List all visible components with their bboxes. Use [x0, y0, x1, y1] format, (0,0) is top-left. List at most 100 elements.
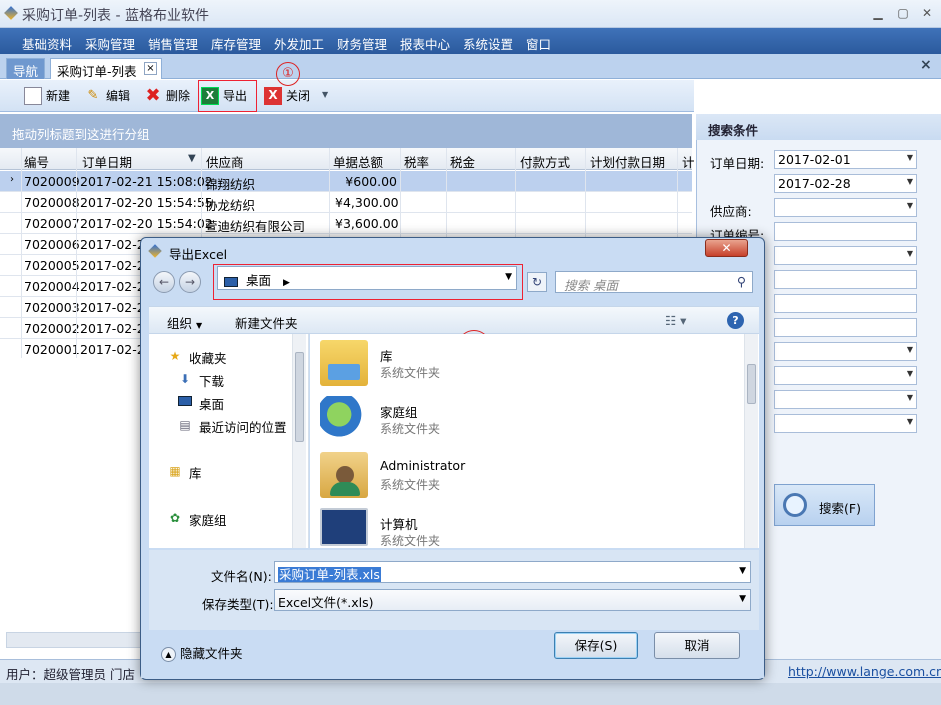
location-bar[interactable]: 桌面 ▶ ▼: [217, 266, 517, 290]
new-button[interactable]: 新建: [22, 85, 70, 107]
nav-libraries-label: 库: [189, 466, 202, 481]
cell-id: 7020002: [24, 321, 80, 336]
menu-sales[interactable]: 销售管理: [148, 34, 198, 53]
tab-label: 采购订单-列表: [57, 64, 137, 79]
close-button[interactable]: X 关闭: [262, 85, 310, 107]
file-item-computer[interactable]: 计算机 系统文件夹: [320, 508, 740, 548]
col-tax[interactable]: 税金: [450, 152, 475, 171]
date-from-picker[interactable]: 2017-02-01 ▼: [774, 150, 917, 169]
desktop-icon: [224, 276, 238, 287]
organize-button[interactable]: 组织 ▼: [167, 313, 202, 332]
navigation-pane: ★ 收藏夹 ⬇ 下载 桌面 ▤ 最近访问的位置 ▦ 库 ✿ 家庭组: [149, 334, 309, 548]
col-supplier[interactable]: 供应商: [206, 152, 244, 171]
dialog-close-icon[interactable]: ✕: [705, 239, 748, 257]
forward-icon[interactable]: →: [179, 271, 201, 293]
file-item-administrator[interactable]: Administrator 系统文件夹: [320, 452, 740, 504]
tab-strip: 导航 采购订单-列表 × ×: [0, 54, 941, 79]
file-item-libraries[interactable]: 库 系统文件夹: [320, 340, 740, 392]
menu-window[interactable]: 窗口: [526, 34, 551, 53]
col-total[interactable]: 单据总额: [333, 152, 383, 171]
new-document-icon: [24, 87, 42, 105]
star-icon: ★: [169, 349, 181, 363]
website-link[interactable]: http://www.lange.com.cn: [788, 664, 941, 679]
annotation-1: ①: [276, 62, 300, 86]
save-button[interactable]: 保存(S): [554, 632, 638, 659]
cancel-button[interactable]: 取消: [654, 632, 740, 659]
nav-desktop[interactable]: 桌面: [177, 394, 224, 413]
refresh-icon[interactable]: ↻: [527, 272, 547, 292]
edit-button[interactable]: ✎ 编辑: [82, 85, 130, 107]
col-more[interactable]: 计: [682, 152, 695, 171]
export-button[interactable]: X 导出: [198, 80, 257, 112]
nav-favorites-label: 收藏夹: [189, 351, 227, 366]
table-row[interactable]: 7020008 2017-02-20 15:54:55 协龙纺织 ¥4,300.00: [0, 192, 692, 213]
table-row[interactable]: 7020007 2017-02-20 15:54:02 萱迪纺织有限公司 ¥3,600…: [0, 213, 692, 234]
menu-inventory[interactable]: 库存管理: [211, 34, 261, 53]
new-folder-button[interactable]: 新建文件夹: [235, 313, 298, 332]
panel-close-icon[interactable]: ×: [920, 57, 932, 73]
maximize-icon[interactable]: ▢: [894, 4, 912, 22]
menu-settings[interactable]: 系统设置: [463, 34, 513, 53]
menu-basic-data[interactable]: 基础资料: [22, 34, 72, 53]
date-to-picker[interactable]: 2017-02-28 ▼: [774, 174, 917, 193]
file-item-type: 系统文件夹: [380, 366, 441, 380]
filter-field-12[interactable]: ▼: [774, 414, 917, 433]
filter-field-10[interactable]: ▼: [774, 366, 917, 385]
filter-field-9[interactable]: ▼: [774, 342, 917, 361]
file-item-homegroup[interactable]: 家庭组 系统文件夹: [320, 396, 740, 448]
nav-downloads-label: 下载: [199, 374, 225, 389]
new-label: 新建: [46, 89, 71, 103]
edit-label: 编辑: [106, 89, 131, 103]
nav-favorites[interactable]: ★ 收藏夹: [167, 348, 227, 367]
nav-recent[interactable]: ▤ 最近访问的位置: [177, 417, 286, 436]
col-id[interactable]: 编号: [24, 152, 49, 171]
toolbar-overflow-icon[interactable]: ▼: [322, 90, 328, 99]
order-no-field[interactable]: [774, 222, 917, 241]
help-icon[interactable]: ?: [727, 312, 744, 329]
col-tax-rate[interactable]: 税率: [404, 152, 429, 171]
cell-total: ¥4,300.00: [335, 195, 399, 210]
download-icon: ⬇: [179, 372, 191, 386]
filename-input[interactable]: 采购订单-列表.xls ▼: [274, 561, 751, 583]
table-row[interactable]: 7020009 2017-02-21 15:08:02 锦翔纺织 ¥600.00 ›: [0, 171, 692, 192]
col-order-date[interactable]: 订单日期: [82, 152, 132, 171]
cell-supplier: 协龙纺织: [205, 198, 256, 213]
dialog-search-input[interactable]: 搜索 桌面 ⚲: [555, 271, 753, 293]
filter-field-6[interactable]: [774, 270, 917, 289]
cell-order-date: 2017-02-20 15:54:55: [80, 195, 213, 210]
minimize-icon[interactable]: ▁: [869, 4, 887, 22]
chevron-down-icon[interactable]: ▼: [739, 594, 746, 604]
filter-field-8[interactable]: [774, 318, 917, 337]
menu-outsourcing[interactable]: 外发加工: [274, 34, 324, 53]
menu-reports[interactable]: 报表中心: [400, 34, 450, 53]
menu-bar: 基础资料 采购管理 销售管理 库存管理 外发加工 财务管理 报表中心 系统设置 …: [0, 28, 941, 54]
back-icon[interactable]: ←: [153, 271, 175, 293]
nav-libraries[interactable]: ▦ 库: [167, 463, 202, 482]
filter-field-11[interactable]: ▼: [774, 390, 917, 409]
tab-nav[interactable]: 导航: [6, 58, 46, 79]
filter-field-7[interactable]: [774, 294, 917, 313]
tab-purchase-list[interactable]: 采购订单-列表 ×: [50, 58, 162, 79]
filter-field-5[interactable]: ▼: [774, 246, 917, 265]
nav-downloads[interactable]: ⬇ 下载: [177, 371, 224, 390]
chevron-down-icon[interactable]: ▼: [505, 272, 512, 282]
file-list-scrollbar[interactable]: [744, 334, 758, 548]
nav-homegroup[interactable]: ✿ 家庭组: [167, 510, 227, 529]
supplier-select[interactable]: ▼: [774, 198, 917, 217]
col-payment[interactable]: 付款方式: [520, 152, 570, 171]
search-button[interactable]: 搜索(F): [774, 484, 875, 526]
search-button-label: 搜索(F): [819, 501, 861, 516]
filetype-value: Excel文件(*.xls): [278, 595, 374, 610]
view-options-icon[interactable]: ☷ ▾: [665, 313, 686, 328]
tab-close-icon[interactable]: ×: [144, 62, 157, 75]
hide-folders-toggle[interactable]: ▲ 隐藏文件夹: [161, 643, 243, 662]
menu-finance[interactable]: 财务管理: [337, 34, 387, 53]
menu-purchase[interactable]: 采购管理: [85, 34, 135, 53]
dialog-logo-icon: [148, 244, 162, 258]
close-icon[interactable]: ✕: [918, 4, 936, 22]
col-plan-date[interactable]: 计划付款日期: [590, 152, 665, 171]
delete-button[interactable]: ✖ 删除: [142, 85, 190, 107]
nav-scrollbar[interactable]: [292, 334, 306, 548]
filetype-select[interactable]: Excel文件(*.xls) ▼: [274, 589, 751, 611]
chevron-down-icon[interactable]: ▼: [739, 566, 746, 576]
